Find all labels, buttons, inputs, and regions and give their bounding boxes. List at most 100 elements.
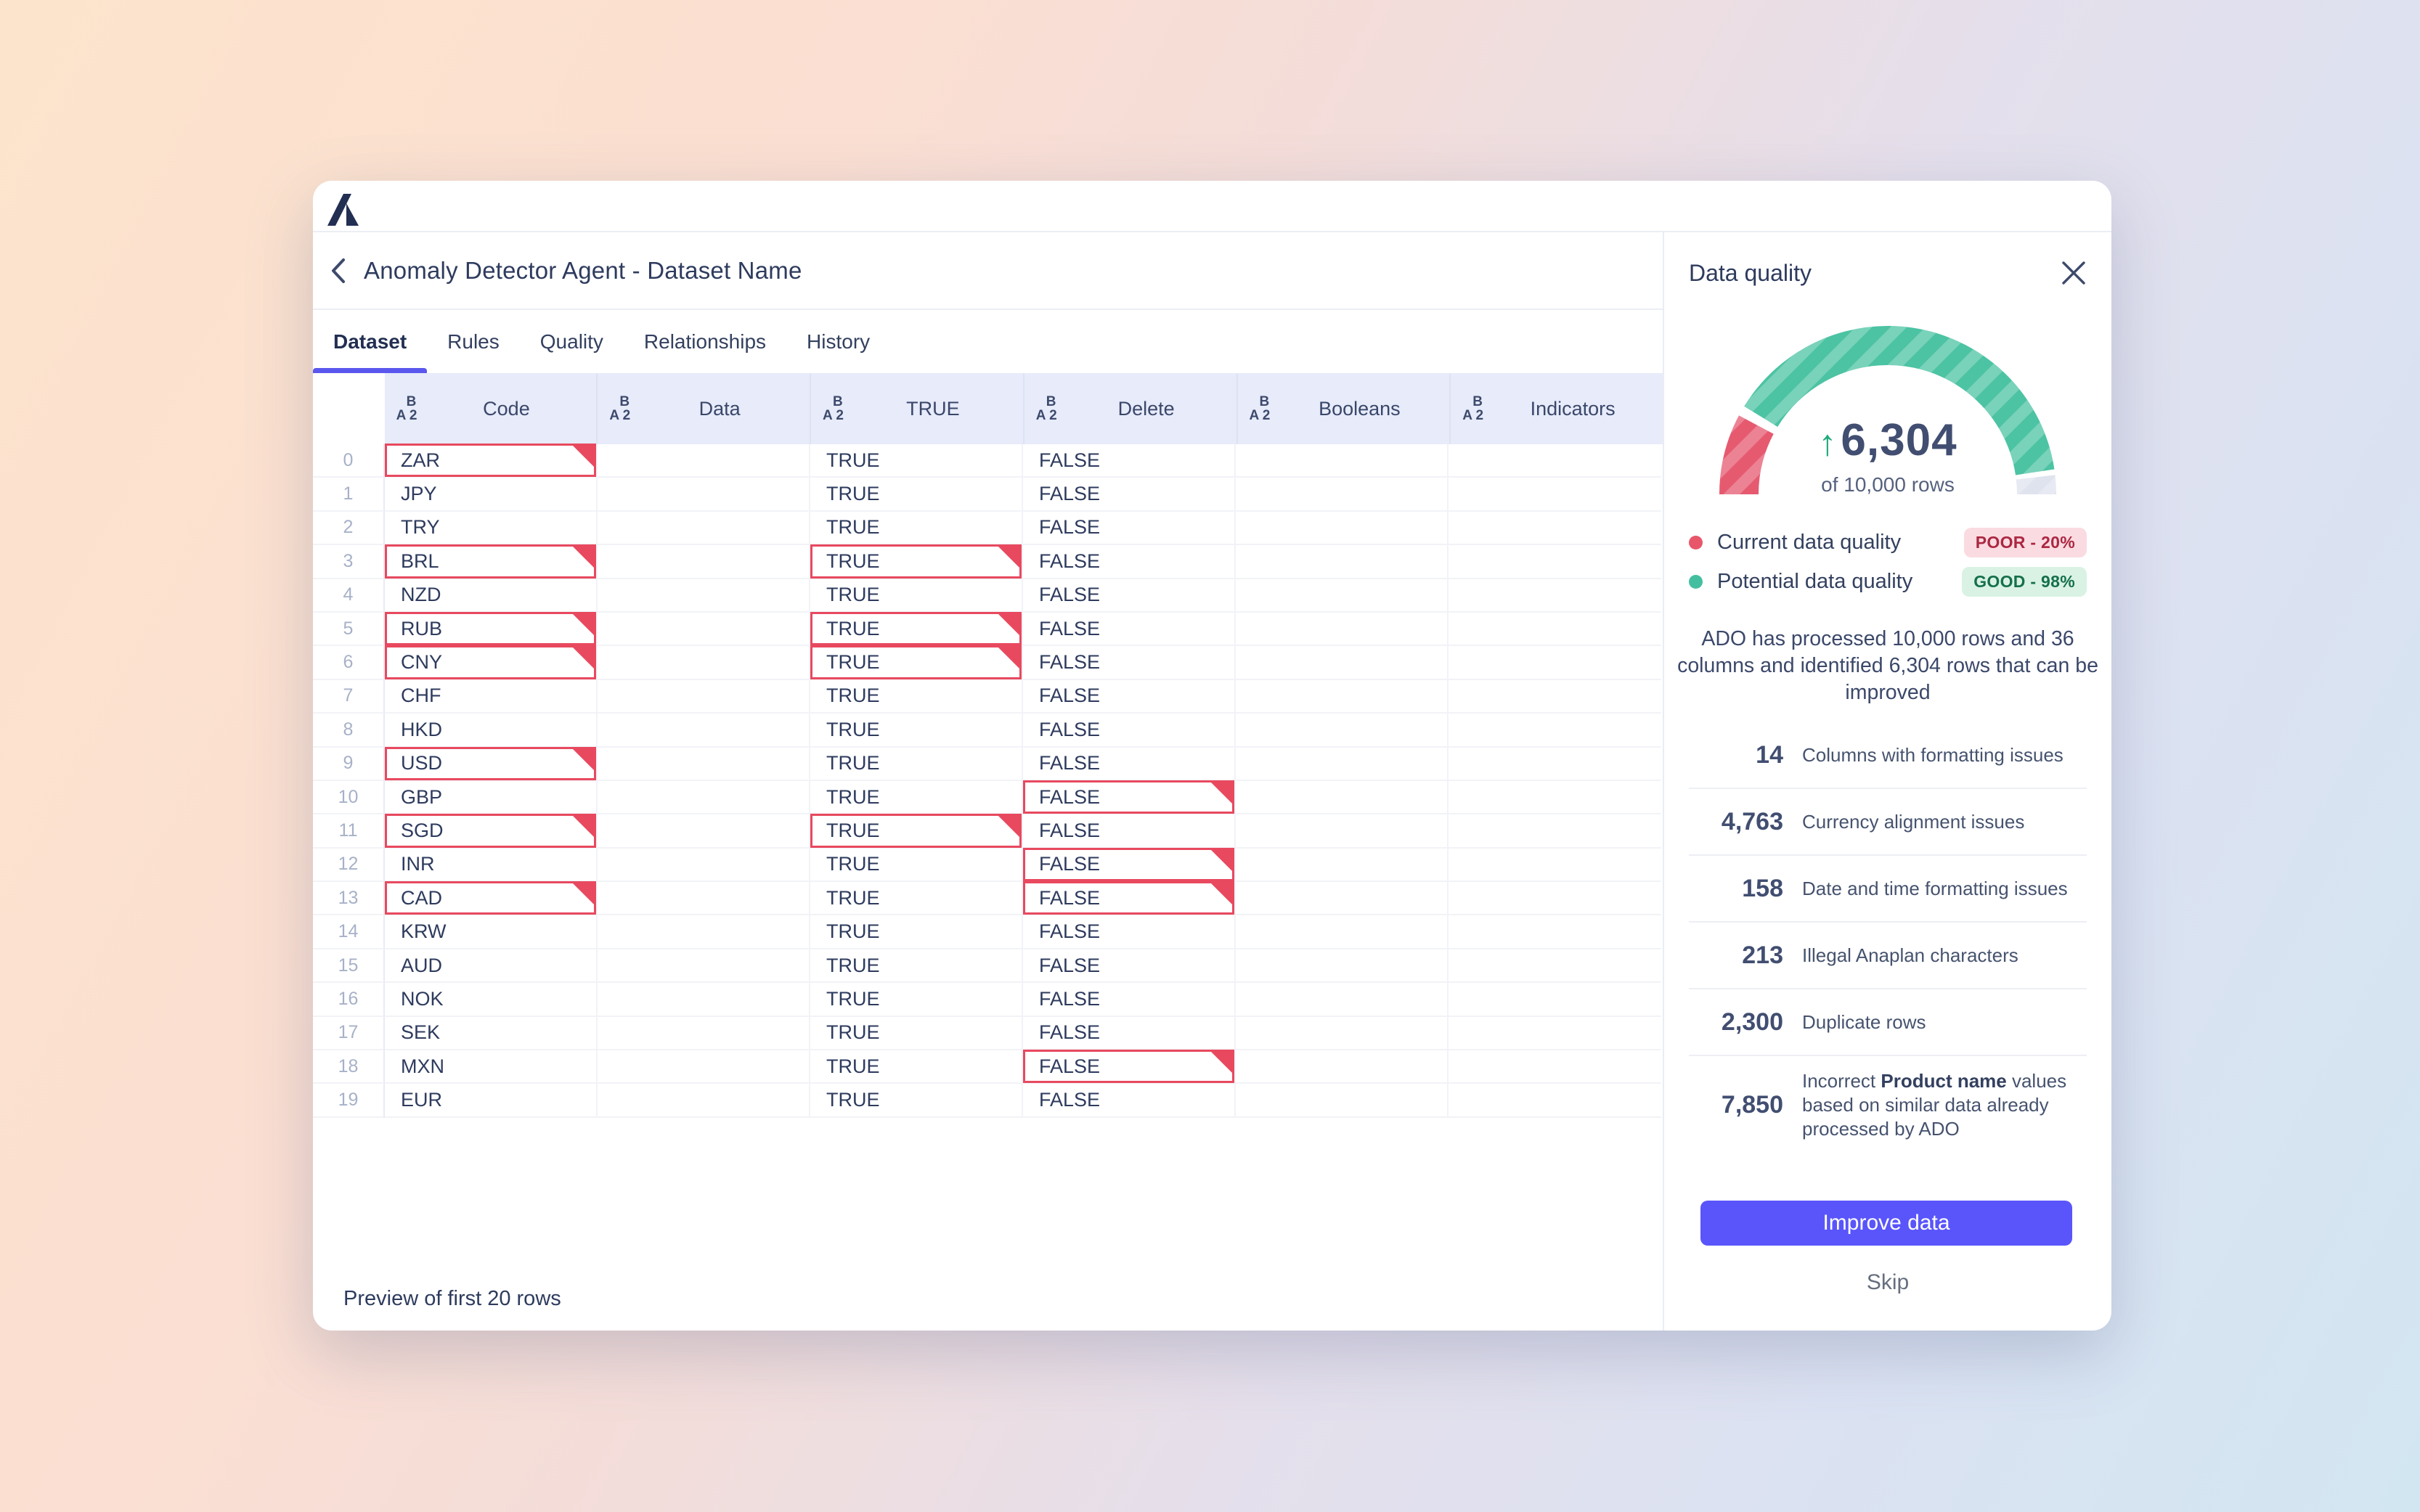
skip-button[interactable]: Skip [1664,1266,2111,1299]
column-header-true[interactable]: BA 2TRUE [811,373,1024,444]
cell-delete[interactable]: FALSE [1023,512,1236,545]
cell-delete[interactable]: FALSE [1023,1017,1236,1050]
cell-true[interactable]: TRUE [810,1017,1023,1050]
cell-delete[interactable]: FALSE [1023,545,1236,579]
cell-indicators[interactable] [1449,444,1661,478]
cell-code[interactable]: ZAR [385,444,598,478]
cell-delete[interactable]: FALSE [1023,714,1236,747]
cell-delete[interactable]: FALSE [1023,814,1236,848]
cell-delete[interactable]: FALSE [1023,478,1236,511]
column-header-data[interactable]: BA 2Data [598,373,811,444]
cell-booleans[interactable] [1236,915,1449,949]
close-button[interactable] [2058,257,2090,289]
cell-true[interactable]: TRUE [810,983,1023,1016]
cell-delete[interactable]: FALSE [1023,949,1236,983]
cell-data[interactable] [598,882,810,915]
cell-indicators[interactable] [1449,680,1661,714]
column-header-indicators[interactable]: BA 2Indicators [1451,373,1663,444]
cell-booleans[interactable] [1236,512,1449,545]
cell-booleans[interactable] [1236,882,1449,915]
cell-booleans[interactable] [1236,478,1449,511]
cell-true[interactable]: TRUE [810,680,1023,714]
cell-indicators[interactable] [1449,714,1661,747]
cell-delete[interactable]: FALSE [1023,1084,1236,1117]
cell-true[interactable]: TRUE [810,478,1023,511]
cell-delete[interactable]: FALSE [1023,983,1236,1016]
cell-data[interactable] [598,1017,810,1050]
cell-delete[interactable]: FALSE [1023,748,1236,781]
cell-indicators[interactable] [1449,613,1661,646]
cell-booleans[interactable] [1236,1017,1449,1050]
tab-history[interactable]: History [786,310,890,373]
cell-true[interactable]: TRUE [810,1084,1023,1117]
cell-indicators[interactable] [1449,882,1661,915]
cell-data[interactable] [598,714,810,747]
cell-true[interactable]: TRUE [810,814,1023,848]
cell-indicators[interactable] [1449,478,1661,511]
cell-booleans[interactable] [1236,949,1449,983]
cell-code[interactable]: JPY [385,478,598,511]
cell-delete[interactable]: FALSE [1023,579,1236,613]
cell-code[interactable]: RUB [385,613,598,646]
cell-delete[interactable]: FALSE [1023,613,1236,646]
cell-booleans[interactable] [1236,814,1449,848]
cell-code[interactable]: SEK [385,1017,598,1050]
cell-code[interactable]: EUR [385,1084,598,1117]
cell-code[interactable]: CNY [385,646,598,679]
cell-delete[interactable]: FALSE [1023,915,1236,949]
cell-data[interactable] [598,680,810,714]
cell-indicators[interactable] [1449,814,1661,848]
cell-delete[interactable]: FALSE [1023,680,1236,714]
cell-true[interactable]: TRUE [810,545,1023,579]
cell-indicators[interactable] [1449,915,1661,949]
cell-true[interactable]: TRUE [810,444,1023,478]
cell-true[interactable]: TRUE [810,949,1023,983]
back-button[interactable] [313,232,364,308]
cell-code[interactable]: BRL [385,545,598,579]
cell-data[interactable] [598,1050,810,1084]
cell-data[interactable] [598,814,810,848]
cell-true[interactable]: TRUE [810,748,1023,781]
cell-code[interactable]: NOK [385,983,598,1016]
cell-indicators[interactable] [1449,781,1661,814]
cell-indicators[interactable] [1449,1017,1661,1050]
cell-data[interactable] [598,1084,810,1117]
cell-delete[interactable]: FALSE [1023,444,1236,478]
tab-relationships[interactable]: Relationships [624,310,786,373]
cell-data[interactable] [598,512,810,545]
cell-data[interactable] [598,983,810,1016]
cell-indicators[interactable] [1449,1084,1661,1117]
cell-code[interactable]: NZD [385,579,598,613]
cell-booleans[interactable] [1236,680,1449,714]
cell-delete[interactable]: FALSE [1023,849,1236,882]
cell-delete[interactable]: FALSE [1023,882,1236,915]
cell-data[interactable] [598,915,810,949]
cell-indicators[interactable] [1449,579,1661,613]
cell-code[interactable]: TRY [385,512,598,545]
cell-data[interactable] [598,849,810,882]
cell-booleans[interactable] [1236,748,1449,781]
cell-booleans[interactable] [1236,613,1449,646]
cell-data[interactable] [598,646,810,679]
cell-delete[interactable]: FALSE [1023,781,1236,814]
column-header-delete[interactable]: BA 2Delete [1024,373,1238,444]
cell-code[interactable]: KRW [385,915,598,949]
cell-data[interactable] [598,444,810,478]
cell-data[interactable] [598,781,810,814]
cell-indicators[interactable] [1449,1050,1661,1084]
cell-true[interactable]: TRUE [810,512,1023,545]
cell-delete[interactable]: FALSE [1023,1050,1236,1084]
cell-true[interactable]: TRUE [810,579,1023,613]
improve-data-button[interactable]: Improve data [1700,1201,2072,1246]
cell-true[interactable]: TRUE [810,882,1023,915]
cell-true[interactable]: TRUE [810,613,1023,646]
cell-indicators[interactable] [1449,849,1661,882]
cell-data[interactable] [598,748,810,781]
cell-indicators[interactable] [1449,748,1661,781]
cell-data[interactable] [598,478,810,511]
cell-code[interactable]: CHF [385,680,598,714]
cell-code[interactable]: CAD [385,882,598,915]
cell-booleans[interactable] [1236,545,1449,579]
tab-quality[interactable]: Quality [520,310,624,373]
column-header-code[interactable]: BA 2Code [385,373,598,444]
